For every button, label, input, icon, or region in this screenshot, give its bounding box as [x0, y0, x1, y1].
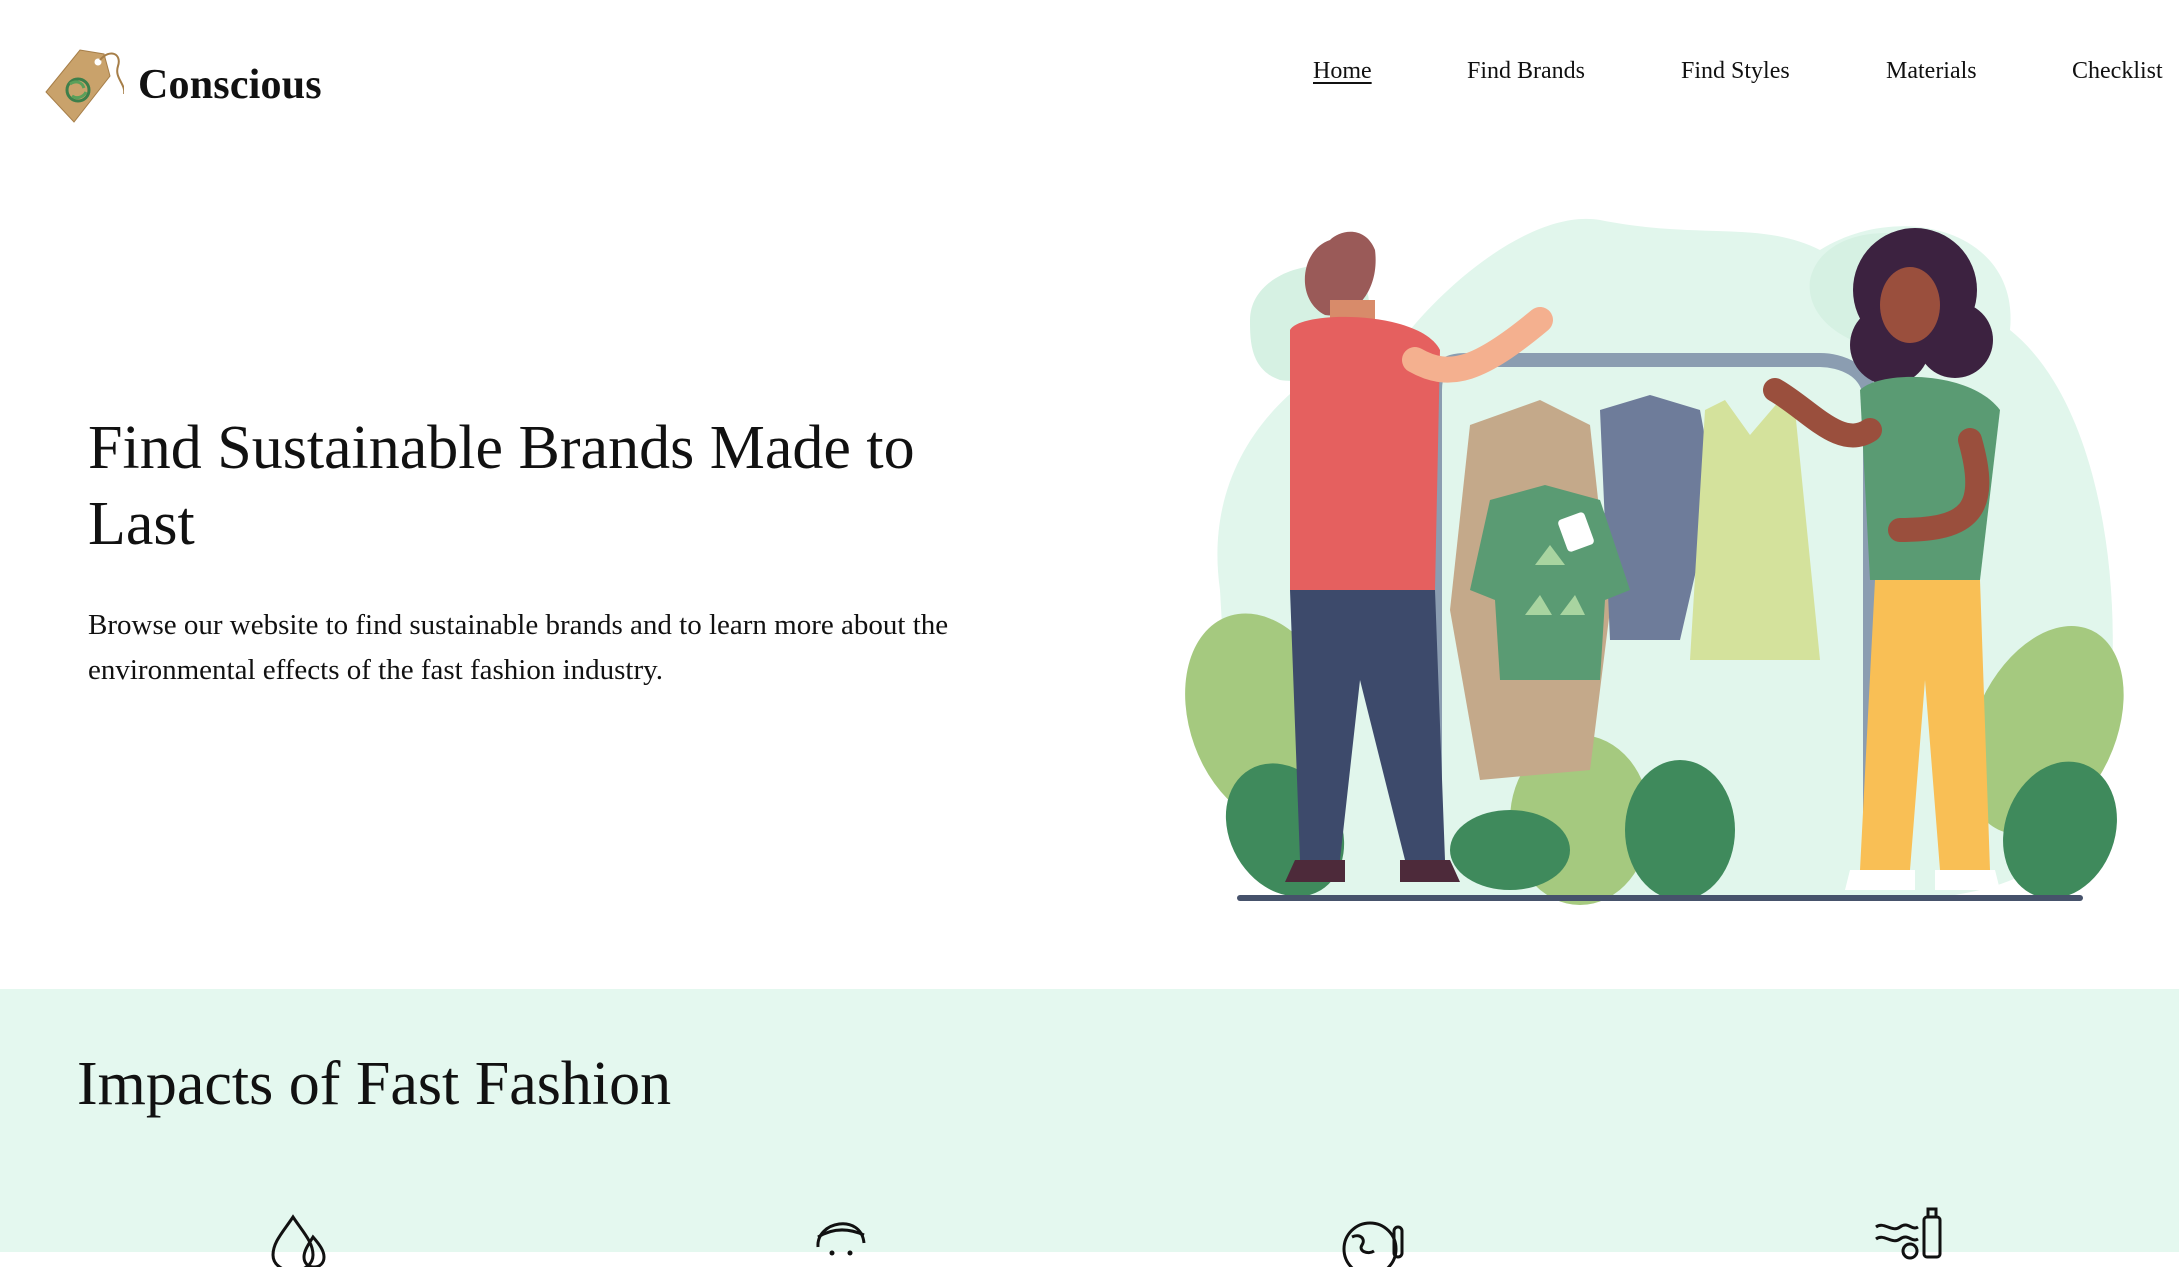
impacts-section: Impacts of Fast Fashion [0, 989, 2179, 1267]
nav-link-home[interactable]: Home [1313, 58, 1372, 85]
polluted-water-icon [1875, 1207, 1942, 1260]
site-header: Conscious Home Find Brands Find Styles M… [0, 0, 2179, 160]
hero-description: Browse our website to find sustainable b… [88, 609, 949, 686]
person-face-icon [816, 1222, 866, 1256]
water-drop-icon [271, 1214, 326, 1267]
nav-link-checklist[interactable]: Checklist [2072, 58, 2163, 85]
nav-link-find-brands[interactable]: Find Brands [1467, 58, 1585, 85]
main-nav: Home Find Brands Find Styles Materials C… [0, 58, 2179, 98]
nav-link-materials[interactable]: Materials [1886, 58, 1977, 85]
shopping-illustration [1185, 218, 2124, 905]
nav-link-find-styles[interactable]: Find Styles [1681, 58, 1790, 85]
globe-thermometer-icon [1342, 1221, 1404, 1267]
hero-title: Find Sustainable Brands Made to Last [88, 414, 915, 558]
impacts-title: Impacts of Fast Fashion [77, 1050, 672, 1118]
